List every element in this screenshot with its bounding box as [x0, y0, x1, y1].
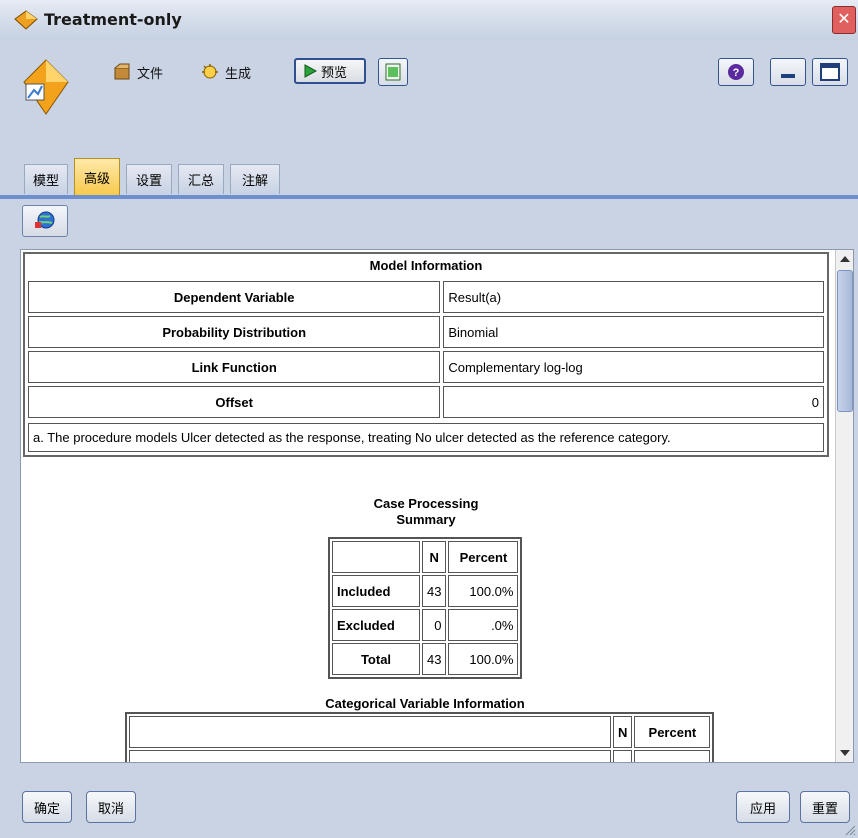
percent-value: 100.0% [448, 643, 519, 675]
offset-label: Offset [28, 386, 441, 418]
minimize-icon [781, 74, 795, 78]
row-label: Included [332, 575, 420, 607]
tab-advanced[interactable]: 高级 [74, 158, 120, 196]
reset-label: 重置 [811, 801, 838, 817]
generate-menu-label: 生成 [225, 66, 252, 82]
vertical-scrollbar[interactable] [835, 250, 853, 762]
tab-label: 设置 [135, 174, 162, 189]
preview-button[interactable]: 预览 [294, 58, 366, 84]
case-processing-table: N Percent Included 43 100.0% Excluded 0 … [328, 537, 523, 679]
file-menu[interactable]: 文件 [112, 60, 163, 84]
tab-divider [0, 195, 858, 199]
apply-label: 应用 [749, 801, 776, 817]
table-header-row: N Percent [332, 541, 519, 573]
n-value: 43 [422, 575, 447, 607]
table-row: Probability Distribution Binomial [28, 316, 824, 348]
reset-button[interactable]: 重置 [800, 791, 850, 823]
minimize-button[interactable] [770, 58, 806, 86]
table-row: Total 43 100.0% [332, 643, 519, 675]
dependent-variable-label: Dependent Variable [28, 281, 441, 313]
probability-distribution-label: Probability Distribution [28, 316, 441, 348]
n-value: 43 [422, 643, 447, 675]
table-row: Excluded 0 .0% [332, 609, 519, 641]
categorical-variable-title: Categorical Variable Information [325, 696, 525, 711]
dependent-variable-value: Result(a) [443, 281, 824, 313]
corner-cell [129, 716, 611, 748]
play-icon [304, 64, 318, 78]
model-node-icon [23, 59, 69, 115]
categorical-variable-table: N Percent [125, 712, 715, 762]
globe-icon [35, 211, 55, 229]
tab-label: 注解 [241, 174, 268, 189]
n-header: N [613, 716, 633, 748]
table-header-row: N Percent [129, 716, 711, 748]
output-panel[interactable]: Model Information Dependent Variable Res… [20, 249, 854, 763]
table-row: Included 43 100.0% [332, 575, 519, 607]
tab-model[interactable]: 模型 [24, 164, 68, 194]
close-icon: ✕ [837, 9, 851, 28]
tab-label: 模型 [32, 174, 59, 189]
table-row [129, 750, 711, 762]
apply-button[interactable]: 应用 [736, 791, 790, 823]
svg-text:?: ? [733, 67, 740, 79]
cell [129, 750, 611, 762]
row-label: Excluded [332, 609, 420, 641]
link-function-value: Complementary log-log [443, 351, 824, 383]
globe-button[interactable] [22, 205, 68, 237]
export-icon [385, 63, 401, 81]
case-processing-title-line1: Case Processing [373, 496, 479, 511]
preview-label: 预览 [321, 65, 348, 81]
tab-annotation[interactable]: 注解 [230, 164, 280, 194]
tab-settings[interactable]: 设置 [126, 164, 172, 194]
window-titlebar: Treatment-only ✕ [0, 0, 858, 41]
scroll-up-icon[interactable] [840, 256, 850, 262]
cancel-label: 取消 [97, 801, 124, 817]
link-function-label: Link Function [28, 351, 441, 383]
ok-label: 确定 [33, 801, 60, 817]
percent-header: Percent [634, 716, 711, 748]
scroll-thumb[interactable] [837, 270, 853, 412]
n-value: 0 [422, 609, 447, 641]
case-processing-title: Case Processing Summary [341, 496, 511, 528]
diamond-app-icon [14, 10, 38, 30]
file-menu-label: 文件 [137, 66, 164, 82]
probability-distribution-value: Binomial [443, 316, 824, 348]
case-processing-title-line2: Summary [396, 512, 456, 527]
maximize-button[interactable] [812, 58, 848, 86]
help-icon: ? [728, 64, 744, 80]
generate-icon [202, 64, 218, 79]
resize-grip-icon[interactable] [844, 824, 856, 836]
offset-value: 0 [443, 386, 824, 418]
cancel-button[interactable]: 取消 [86, 791, 136, 823]
tab-label: 汇总 [187, 174, 214, 189]
row-label: Total [332, 643, 420, 675]
model-information-table: Dependent Variable Result(a) Probability… [25, 278, 827, 421]
table-row: Dependent Variable Result(a) [28, 281, 824, 313]
cell [634, 750, 711, 762]
window-title: Treatment-only [44, 10, 182, 29]
percent-header: Percent [448, 541, 519, 573]
toolbar: 文件 生成 预览 ? [0, 40, 858, 150]
model-information-footnote: a. The procedure models Ulcer detected a… [28, 423, 824, 452]
table-row: Link Function Complementary log-log [28, 351, 824, 383]
export-button[interactable] [378, 58, 408, 86]
close-button[interactable]: ✕ [832, 6, 856, 34]
model-information-block: Model Information Dependent Variable Res… [23, 252, 829, 457]
table-row: Offset 0 [28, 386, 824, 418]
help-button[interactable]: ? [718, 58, 754, 86]
model-information-title: Model Information [369, 258, 483, 273]
percent-value: 100.0% [448, 575, 519, 607]
generate-menu[interactable]: 生成 [200, 60, 251, 84]
maximize-icon [820, 63, 840, 81]
n-header: N [422, 541, 447, 573]
percent-value: .0% [448, 609, 519, 641]
scroll-down-icon[interactable] [840, 750, 850, 756]
tab-label: 高级 [83, 172, 110, 187]
tab-summary[interactable]: 汇总 [178, 164, 224, 194]
cell [613, 750, 633, 762]
file-icon [114, 63, 130, 80]
ok-button[interactable]: 确定 [22, 791, 72, 823]
corner-cell [332, 541, 420, 573]
tab-strip: 模型 高级 设置 汇总 注解 [0, 150, 858, 196]
